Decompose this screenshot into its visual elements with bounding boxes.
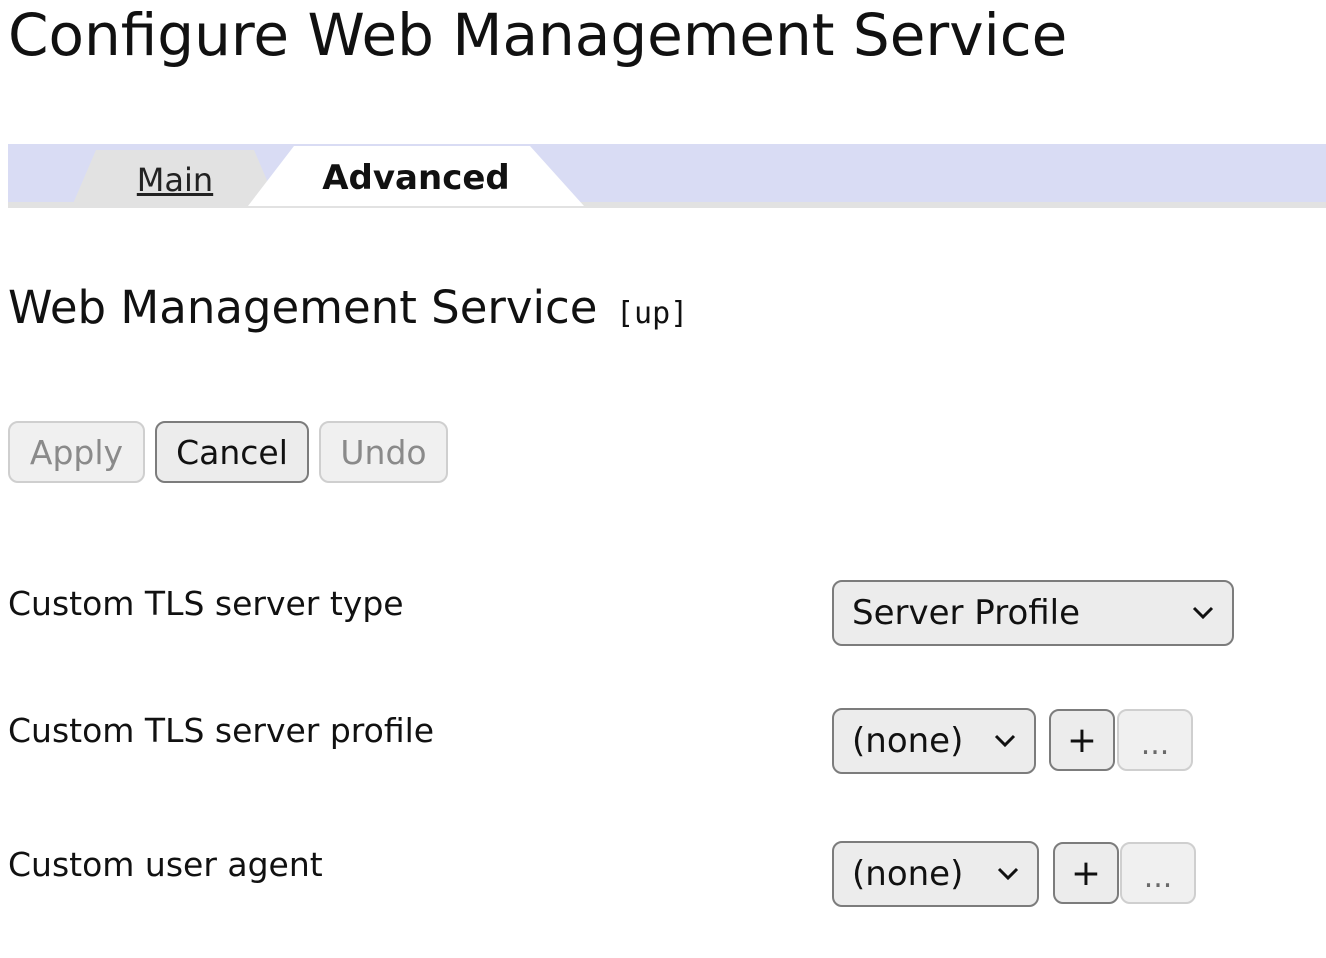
- tab-advanced[interactable]: Advanced: [248, 146, 584, 206]
- add-tls-server-profile-button[interactable]: +: [1049, 709, 1115, 771]
- chevron-down-icon: [997, 867, 1019, 881]
- add-user-agent-button[interactable]: +: [1053, 842, 1119, 904]
- tls-server-type-select[interactable]: Server Profile: [832, 580, 1234, 646]
- tls-server-type-label: Custom TLS server type: [8, 584, 404, 623]
- service-status-badge: [up]: [616, 296, 689, 331]
- user-agent-value: (none): [852, 854, 964, 894]
- tls-server-profile-select[interactable]: (none): [832, 708, 1036, 774]
- user-agent-select[interactable]: (none): [832, 841, 1039, 907]
- tab-strip: Main Advanced: [8, 144, 1326, 208]
- tls-server-profile-value: (none): [852, 721, 964, 761]
- undo-button[interactable]: Undo: [319, 421, 448, 483]
- browse-user-agent-button[interactable]: ...: [1120, 842, 1196, 904]
- chevron-down-icon: [1192, 606, 1214, 620]
- apply-button[interactable]: Apply: [8, 421, 145, 483]
- page-title: Configure Web Management Service: [8, 1, 1068, 69]
- tab-main-label: Main: [136, 161, 214, 199]
- section-title: Web Management Service: [8, 281, 598, 334]
- tls-server-type-value: Server Profile: [852, 593, 1081, 633]
- browse-tls-server-profile-button[interactable]: ...: [1117, 709, 1193, 771]
- chevron-down-icon: [994, 734, 1016, 748]
- tab-advanced-label: Advanced: [322, 158, 510, 198]
- cancel-button[interactable]: Cancel: [155, 421, 309, 483]
- tab-main[interactable]: Main: [72, 150, 278, 206]
- page: Configure Web Management Service Main Ad…: [0, 0, 1326, 958]
- tls-server-profile-label: Custom TLS server profile: [8, 711, 435, 750]
- user-agent-label: Custom user agent: [8, 845, 323, 884]
